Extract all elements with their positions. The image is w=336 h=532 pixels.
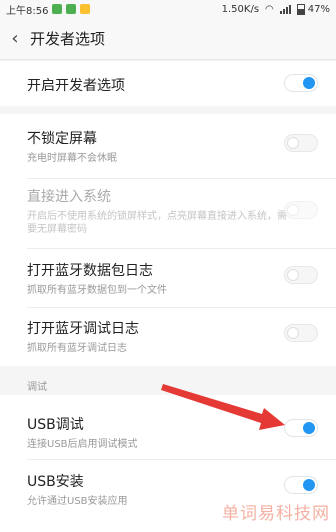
stay-awake-toggle[interactable] <box>284 134 318 152</box>
usb-install-toggle[interactable] <box>284 476 318 494</box>
divider <box>27 178 336 179</box>
divider <box>27 459 336 460</box>
bt-debug-log-toggle[interactable] <box>284 324 318 342</box>
signal-icon <box>279 4 291 14</box>
message-notification-icon <box>80 4 91 14</box>
usb-debugging-description: 连接USB后启用调试模式 <box>27 439 138 450</box>
toggle-knob <box>287 269 299 281</box>
app-header: ‹ 开发者选项 <box>0 18 336 60</box>
battery-icon <box>296 3 305 15</box>
toggle-knob <box>287 327 299 339</box>
wechat-notification-icon <box>52 4 63 14</box>
toggle-knob <box>303 479 315 491</box>
status-time: 上午8:56 <box>6 5 49 17</box>
bt-debug-log-description: 抓取所有蓝牙调试日志 <box>27 343 127 354</box>
toggle-knob <box>303 77 315 89</box>
battery-percent: 47% <box>307 3 330 15</box>
status-bar: 上午8:56 1.50K/s ◠ 47% <box>0 0 336 18</box>
toggle-knob <box>303 422 315 434</box>
general-section: 不锁定屏幕 充电时屏幕不会休眠 直接进入系统 开启后不使用系统的锁屏样式，点亮屏… <box>0 114 336 366</box>
divider <box>27 248 336 249</box>
bt-snoop-log-toggle[interactable] <box>284 266 318 284</box>
network-speed: 1.50K/s <box>221 3 260 15</box>
stay-awake-description: 充电时屏幕不会休眠 <box>27 153 117 164</box>
battery-indicator: 47% <box>296 3 330 15</box>
battery-fill <box>297 9 304 14</box>
direct-boot-toggle <box>284 201 318 219</box>
bt-snoop-log-description: 抓取所有蓝牙数据包到一个文件 <box>27 285 167 296</box>
watermark: 单词易科技网 <box>222 504 330 524</box>
divider <box>27 307 336 308</box>
developer-options-section: 开启开发者选项 <box>0 61 336 106</box>
debug-category-label: 调试 <box>27 382 47 393</box>
page-title: 开发者选项 <box>30 30 106 48</box>
direct-boot-description: 开启后不使用系统的锁屏样式，点亮屏幕直接进入系统，需要无屏幕密码 <box>27 211 287 235</box>
usb-debugging-toggle[interactable] <box>284 419 318 437</box>
back-arrow-icon[interactable]: ‹ <box>0 28 30 49</box>
wifi-icon: ◠ <box>265 3 274 15</box>
developer-options-toggle[interactable] <box>284 74 318 92</box>
app-notification-icon <box>66 4 77 14</box>
toggle-knob <box>287 204 299 216</box>
toggle-knob <box>287 137 299 149</box>
